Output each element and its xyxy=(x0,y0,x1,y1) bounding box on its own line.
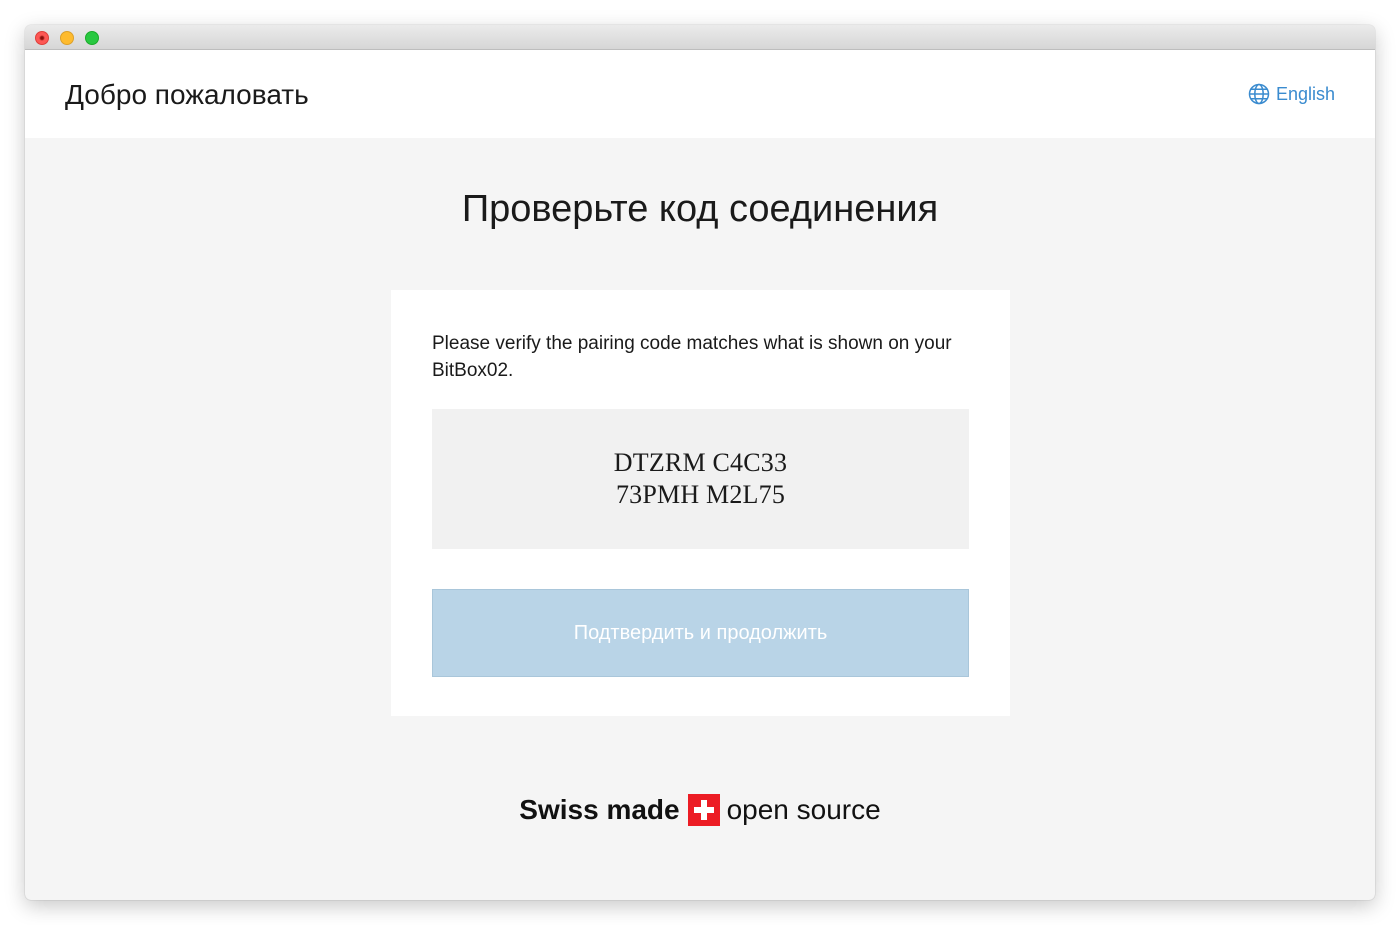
app-window: Добро пожаловать English Проверьте код с… xyxy=(25,25,1375,900)
pairing-code-box: DTZRM C4C33 73PMH M2L75 xyxy=(432,409,969,549)
section-title: Проверьте код соединения xyxy=(461,188,939,230)
swiss-made-text: Swiss made xyxy=(519,794,680,825)
title-bar xyxy=(25,25,1375,50)
pairing-code-line: DTZRM C4C33 xyxy=(613,448,788,477)
language-label: English xyxy=(1275,83,1335,104)
globe-icon xyxy=(1248,83,1270,105)
minimize-button[interactable] xyxy=(60,31,74,45)
pairing-code-line: 73PMH M2L75 xyxy=(615,480,786,509)
language-selector[interactable]: English xyxy=(1248,83,1335,105)
open-source-text: open source xyxy=(726,794,881,825)
confirm-continue-button[interactable]: Подтвердить и продолжить xyxy=(432,589,969,677)
page-title: Добро пожаловать xyxy=(65,79,309,110)
close-button[interactable] xyxy=(35,31,49,45)
zoom-button[interactable] xyxy=(85,31,99,45)
app-header: Добро пожаловать English xyxy=(25,50,1375,138)
swiss-flag-icon xyxy=(687,794,720,826)
pairing-card: Please verify the pairing code matches w… xyxy=(391,290,1010,716)
footer-branding: Swiss made open source xyxy=(25,793,1375,827)
pairing-description: Please verify the pairing code matches w… xyxy=(432,333,952,381)
